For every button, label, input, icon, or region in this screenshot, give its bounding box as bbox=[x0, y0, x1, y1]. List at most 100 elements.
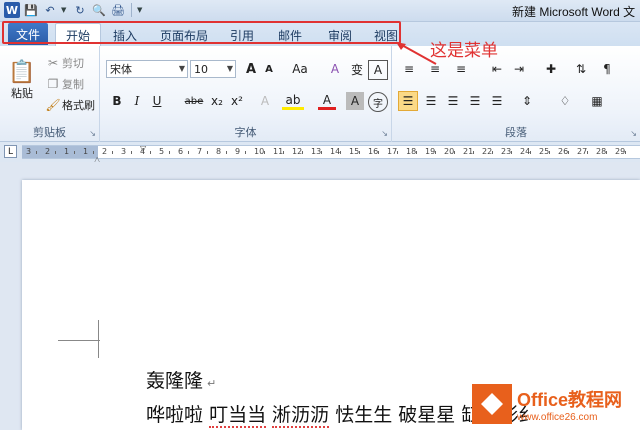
ruler-tick bbox=[36, 151, 37, 154]
font-size-combo[interactable]: 10 ▼ bbox=[190, 60, 236, 78]
ruler-tick bbox=[74, 151, 75, 154]
ribbon: 📋 粘贴 ✂ 剪切 ❐ 复制 🖌 格式刷 剪贴板 ↘ 宋体 ▼ 10 ▼ A A Aa A… bbox=[0, 46, 640, 142]
char-border-button[interactable]: A bbox=[368, 60, 388, 80]
shading-button[interactable]: ♢ bbox=[556, 92, 574, 110]
underline-button[interactable]: U bbox=[148, 92, 166, 110]
align-left-button[interactable]: ☰ bbox=[398, 91, 418, 111]
distributed-button[interactable]: ☰ bbox=[488, 92, 506, 110]
increase-indent-button[interactable]: ⇥ bbox=[510, 60, 528, 78]
tab-references[interactable]: 引用 bbox=[222, 25, 262, 45]
shrink-font-button[interactable]: A bbox=[260, 60, 278, 78]
align-center-button[interactable]: ☰ bbox=[422, 92, 440, 110]
ruler-number: 10 bbox=[254, 147, 265, 156]
highlight-button[interactable]: ab bbox=[282, 92, 304, 110]
copy-label: 复制 bbox=[62, 78, 84, 91]
paste-button[interactable]: 📋 粘贴 bbox=[6, 52, 38, 108]
line-spacing-button[interactable]: ⇕ bbox=[518, 92, 536, 110]
ruler-tick bbox=[302, 151, 303, 154]
justify-button[interactable]: ☰ bbox=[466, 92, 484, 110]
ruler-number: 1 bbox=[83, 147, 89, 156]
sort-button[interactable]: ⇅ bbox=[572, 60, 590, 78]
decrease-indent-icon: ⇤ bbox=[491, 62, 503, 76]
format-painter-label: 格式刷 bbox=[62, 99, 95, 112]
clear-format-button[interactable]: A bbox=[326, 60, 344, 78]
ruler-tick bbox=[169, 151, 170, 154]
redo-icon[interactable]: ↻ bbox=[72, 2, 88, 18]
tab-review[interactable]: 审阅 bbox=[318, 25, 362, 45]
menu-annotation: 这是菜单 bbox=[430, 41, 498, 61]
tab-selector[interactable]: L bbox=[4, 145, 17, 158]
distributed-icon: ☰ bbox=[491, 94, 503, 108]
tab-mailings[interactable]: 邮件 bbox=[268, 25, 312, 45]
ruler-number: 25 bbox=[539, 147, 550, 156]
ruler-tick bbox=[283, 151, 284, 154]
subscript-icon: x₂ bbox=[211, 94, 223, 108]
word-1: 哗啦啦 bbox=[146, 404, 204, 426]
shrink-font-icon: A bbox=[265, 63, 273, 75]
undo-dropdown-icon[interactable]: ▼ bbox=[61, 6, 69, 14]
font-name-combo[interactable]: 宋体 ▼ bbox=[106, 60, 188, 78]
clipboard-launcher-icon[interactable]: ↘ bbox=[89, 129, 96, 138]
tab-home[interactable]: 开始 bbox=[55, 23, 101, 46]
cut-button[interactable]: ✂ 剪切 bbox=[44, 54, 84, 72]
ruler-tick bbox=[625, 151, 626, 154]
tab-insert[interactable]: 插入 bbox=[103, 25, 147, 45]
strikethrough-button[interactable]: abe bbox=[182, 92, 206, 110]
change-case-icon: Aa bbox=[292, 62, 308, 76]
multilevel-list-button[interactable]: ≡ bbox=[452, 60, 470, 78]
grow-font-button[interactable]: A bbox=[242, 60, 260, 78]
change-case-button[interactable]: Aa bbox=[288, 60, 312, 78]
save-icon[interactable]: 💾 bbox=[23, 2, 39, 18]
enclose-char-button[interactable]: 字 bbox=[368, 92, 388, 112]
char-shading-button[interactable]: A bbox=[346, 92, 364, 110]
horizontal-ruler[interactable]: △ ▽ 3 2 1 1 2 3 4 5 6 7 8 9 10 11 12 13 14 15 16 17 18 19 20 21… bbox=[22, 144, 640, 164]
ruler-tick bbox=[416, 151, 417, 154]
ruler-number: 24 bbox=[520, 147, 531, 156]
paste-icon: 📋 bbox=[8, 59, 36, 85]
ruler-number: 15 bbox=[349, 147, 360, 156]
copy-button[interactable]: ❐ 复制 bbox=[44, 75, 84, 93]
italic-button[interactable]: I bbox=[128, 92, 146, 110]
font-launcher-icon[interactable]: ↘ bbox=[381, 129, 388, 138]
undo-icon[interactable]: ↶ bbox=[42, 2, 58, 18]
word-4: 怯生生 bbox=[335, 404, 393, 426]
paragraph-launcher-icon[interactable]: ↘ bbox=[630, 129, 637, 138]
multilevel-list-icon: ≡ bbox=[455, 62, 467, 76]
increase-indent-icon: ⇥ bbox=[513, 62, 525, 76]
paste-label: 粘贴 bbox=[11, 86, 33, 100]
ruler-tick bbox=[93, 151, 94, 154]
ruler-tick bbox=[454, 151, 455, 154]
subscript-button[interactable]: x₂ bbox=[208, 92, 226, 110]
ruler-number: 23 bbox=[501, 147, 512, 156]
bold-button[interactable]: B bbox=[108, 92, 126, 110]
phonetic-guide-button[interactable]: 变 bbox=[348, 60, 366, 78]
chinese-layout-button[interactable]: ✚ bbox=[542, 60, 560, 78]
sort-icon: ⇅ bbox=[575, 62, 587, 76]
print-preview-icon[interactable]: 🔍 bbox=[91, 2, 107, 18]
document-line-1[interactable]: 轰隆隆 ↵ bbox=[146, 366, 216, 393]
show-marks-button[interactable]: ¶ bbox=[598, 60, 616, 78]
font-color-button[interactable]: A bbox=[318, 92, 336, 110]
crop-mark-vertical bbox=[98, 320, 99, 358]
tab-file[interactable]: 文件 bbox=[8, 23, 48, 45]
ruler-number: 9 bbox=[235, 147, 241, 156]
ruler-tick bbox=[340, 151, 341, 154]
ruler-number: 8 bbox=[216, 147, 222, 156]
ruler-tick bbox=[359, 151, 360, 154]
ruler-area: L △ ▽ 3 2 1 1 2 3 4 5 6 7 8 9 10 11 12 13 14 15 16 17 18 19 20… bbox=[0, 142, 640, 164]
paint-bucket-icon: ♢ bbox=[559, 94, 571, 108]
text-effect-button[interactable]: A bbox=[256, 92, 274, 110]
customize-qat-icon[interactable]: ▼ bbox=[137, 6, 145, 14]
align-right-button[interactable]: ☰ bbox=[444, 92, 462, 110]
copy-icon: ❐ bbox=[47, 77, 59, 91]
format-painter-button[interactable]: 🖌 格式刷 bbox=[44, 96, 95, 114]
ruler-tick bbox=[606, 151, 607, 154]
pilcrow-icon: ¶ bbox=[603, 62, 611, 76]
highlighter-icon: ab bbox=[282, 92, 304, 110]
ruler-tick bbox=[226, 151, 227, 154]
borders-button[interactable]: ▦ bbox=[588, 92, 606, 110]
print-icon[interactable]: 🖨 bbox=[110, 2, 126, 18]
superscript-button[interactable]: x² bbox=[228, 92, 246, 110]
tab-page-layout[interactable]: 页面布局 bbox=[152, 25, 216, 45]
decrease-indent-button[interactable]: ⇤ bbox=[488, 60, 506, 78]
